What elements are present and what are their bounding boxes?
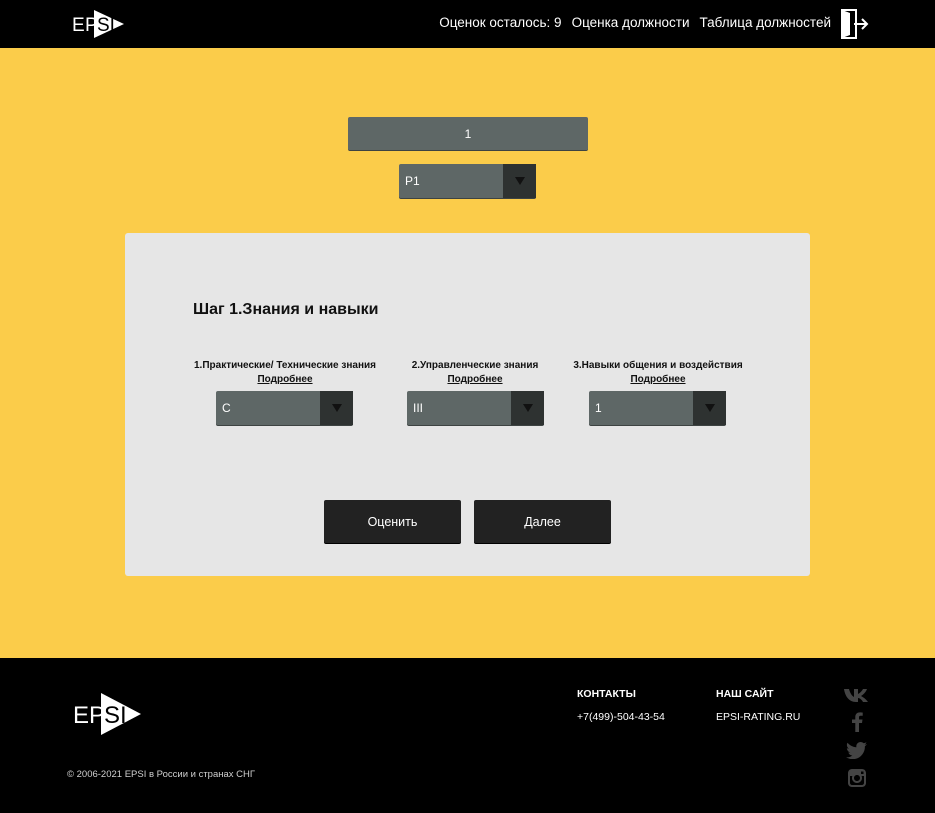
remaining-evaluations[interactable]: Оценок осталось: 9 [439, 15, 561, 30]
criterion-communication: 3.Навыки общения и воздействия Подробнее [573, 360, 743, 385]
svg-text:P: P [89, 702, 105, 729]
criterion-label: 1.Практические/ Технические знания [194, 360, 376, 371]
chevron-down-icon [503, 164, 536, 198]
chevron-down-icon [320, 391, 353, 425]
nav-table-link[interactable]: Таблица должностей [700, 15, 831, 30]
position-number-field[interactable]: 1 [348, 117, 588, 151]
communication-skills-select[interactable]: 1 [589, 391, 726, 425]
phone-link[interactable]: +7(499)-504-43-54 [577, 711, 665, 723]
chevron-down-icon [693, 391, 726, 425]
top-nav: Оценок осталось: 9 Оценка должности Табл… [439, 15, 831, 30]
nav-evaluation-link[interactable]: Оценка должности [572, 15, 690, 30]
grade-select-value: P1 [405, 174, 420, 188]
position-number-value: 1 [464, 126, 472, 141]
criterion-practical: 1.Практические/ Технические знания Подро… [193, 360, 377, 385]
logout-icon[interactable] [840, 9, 870, 39]
chevron-down-icon [511, 391, 544, 425]
evaluation-card: Шаг 1.Знания и навыки 1.Практические/ Те… [125, 233, 810, 576]
site-heading: НАШ САЙТ [716, 688, 774, 700]
svg-text:P: P [85, 15, 98, 36]
select-value: C [222, 401, 231, 415]
next-button[interactable]: Далее [474, 500, 611, 543]
criterion-management: 2.Управленческие знания Подробнее [408, 360, 542, 385]
twitter-icon[interactable] [844, 740, 869, 760]
vk-icon[interactable] [844, 685, 869, 705]
footer: E P SI © 2006-2021 EPSI в России и стран… [0, 658, 935, 813]
epsi-logo-footer[interactable]: E P SI [73, 692, 143, 736]
criterion-more-link[interactable]: Подробнее [193, 374, 377, 385]
criterion-more-link[interactable]: Подробнее [408, 374, 542, 385]
instagram-icon[interactable] [844, 768, 869, 788]
select-value: 1 [595, 401, 602, 415]
epsi-logo[interactable]: E P SI [72, 9, 126, 39]
step-title: Шаг 1.Знания и навыки [193, 301, 379, 318]
facebook-icon[interactable] [844, 712, 869, 732]
grade-select[interactable]: P1 [399, 164, 536, 198]
criterion-more-link[interactable]: Подробнее [573, 374, 743, 385]
copyright-text: © 2006-2021 EPSI в России и странах СНГ [67, 769, 256, 780]
select-value: III [413, 401, 424, 415]
management-knowledge-select[interactable]: III [407, 391, 544, 425]
criterion-label: 3.Навыки общения и воздействия [573, 360, 743, 371]
contacts-heading: КОНТАКТЫ [577, 688, 636, 700]
practical-knowledge-select[interactable]: C [216, 391, 353, 425]
top-header: E P SI Оценок осталось: 9 Оценка должнос… [0, 0, 935, 48]
svg-text:SI: SI [104, 702, 127, 729]
site-link[interactable]: EPSI-RATING.RU [716, 711, 800, 723]
svg-text:E: E [73, 702, 89, 729]
svg-text:SI: SI [97, 15, 115, 36]
svg-text:E: E [72, 15, 85, 36]
rate-button[interactable]: Оценить [324, 500, 461, 543]
criterion-label: 2.Управленческие знания [411, 360, 539, 371]
